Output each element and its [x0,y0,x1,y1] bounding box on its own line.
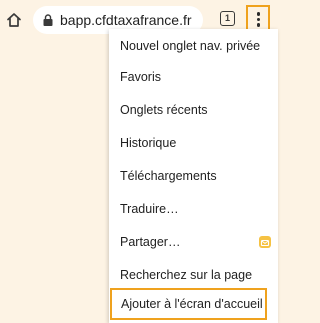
menu-item-find-in-page[interactable]: Recherchez sur la page [109,260,278,288]
menu-item-downloads[interactable]: Téléchargements [109,161,278,189]
share-app-icon [259,236,271,248]
menu-item-label: Nouvel onglet nav. privée [120,39,261,53]
menu-item-add-to-home-screen[interactable]: Ajouter à l'écran d'accueil [110,288,267,320]
menu-item-label: Recherchez sur la page [120,268,253,282]
more-vert-icon-dot [256,17,260,21]
lock-icon [43,14,53,26]
home-icon[interactable] [5,11,23,29]
menu-item-label: Onglets récents [120,103,208,117]
menu-item-translate[interactable]: Traduire… [109,194,278,222]
menu-item-label: Partager… [120,235,181,249]
menu-item-label: Téléchargements [120,169,217,183]
more-vert-icon [256,12,260,16]
menu-item-recent-tabs[interactable]: Onglets récents [109,95,278,123]
menu-item-bookmarks[interactable]: Favoris [109,62,278,90]
share-app-glyph [260,239,270,247]
url-text: bapp.cfdtaxafrance.fr [60,12,192,28]
tab-switcher-button[interactable]: 1 [220,11,235,26]
more-vert-icon-dot [256,23,260,27]
menu-item-label: Ajouter à l'écran d'accueil [121,297,263,311]
menu-item-label: Historique [120,136,177,150]
menu-item-label: Favoris [120,70,161,84]
overflow-menu: Nouvel onglet nav. privée Favoris Onglet… [109,29,278,323]
menu-item-share[interactable]: Partager… [109,227,278,255]
menu-item-label: Traduire… [120,202,179,216]
menu-item-history[interactable]: Historique [109,128,278,156]
menu-item-new-incognito-tab[interactable]: Nouvel onglet nav. privée [109,31,278,59]
